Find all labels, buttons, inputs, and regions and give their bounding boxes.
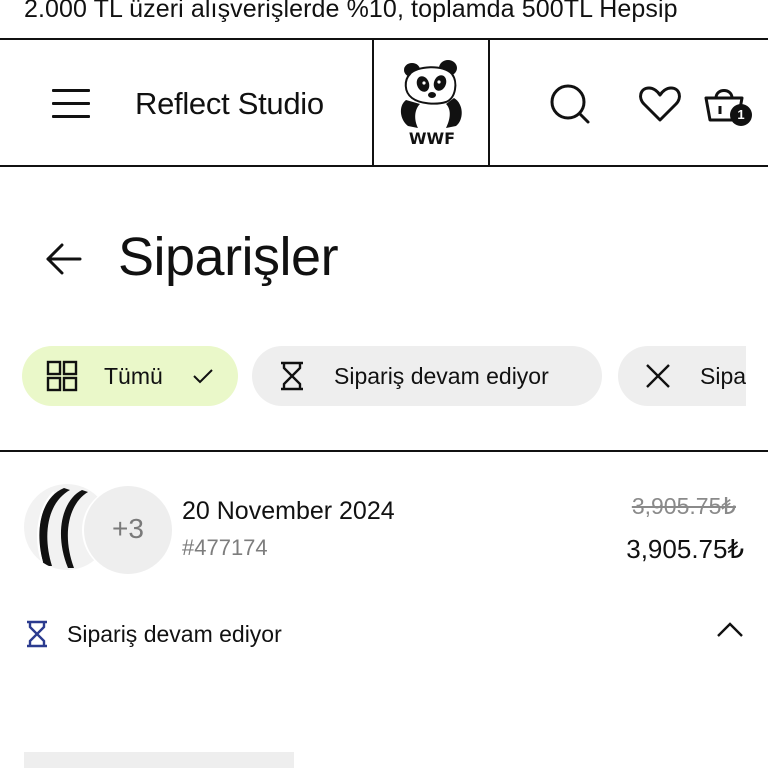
order-date: 20 November 2024 [182, 497, 395, 525]
page-title: Siparişler [118, 227, 339, 287]
promo-banner: 2.000 TL üzeri alışverişlerde %10, topla… [0, 0, 768, 38]
filter-chip-cancelled[interactable]: Sipa [618, 346, 746, 406]
hourglass-icon [281, 361, 303, 391]
svg-text:WWF: WWF [409, 129, 455, 148]
cart-count-badge: 1 [730, 104, 752, 126]
filter-chip-label: Tümü [104, 363, 163, 389]
original-price: 3,905.75₺ [631, 493, 736, 519]
order-total: 3,905.75₺ [626, 534, 744, 564]
filter-chip-all[interactable]: Tümü [22, 346, 238, 406]
back-button[interactable] [40, 237, 86, 281]
arrow-left-icon [46, 243, 82, 275]
filter-chips: Tümü Sipariş devam ediyor Sipa [0, 346, 746, 408]
promo-text: 2.000 TL üzeri alışverişlerde %10, topla… [24, 0, 678, 23]
order-details-panel [24, 752, 294, 768]
more-items-thumbnail: +3 [84, 486, 172, 574]
grid-icon [46, 360, 78, 392]
wwf-panda-logo-icon: WWF [400, 60, 462, 148]
hourglass-icon [27, 620, 47, 648]
order-status: Sipariş devam ediyor [67, 621, 282, 647]
collapse-order-button[interactable] [714, 616, 746, 644]
heart-icon [639, 86, 681, 122]
filter-chip-label: Sipa [700, 363, 746, 389]
hamburger-menu-button[interactable] [50, 86, 94, 122]
search-icon [550, 84, 590, 124]
order-number: #477174 [182, 535, 268, 560]
site-header: Reflect Studio WWF 1 [0, 38, 768, 167]
filter-chip-label: Sipariş devam ediyor [334, 363, 549, 389]
checkmark-icon [193, 369, 213, 384]
close-icon [646, 364, 670, 388]
wishlist-button[interactable] [636, 80, 684, 128]
wwf-logo[interactable]: WWF [372, 38, 490, 167]
brand-name[interactable]: Reflect Studio [135, 86, 324, 122]
search-button[interactable] [546, 80, 594, 128]
order-product-thumbnails[interactable]: +3 [24, 484, 172, 574]
chevron-up-icon [717, 622, 743, 637]
divider [0, 450, 768, 452]
filter-chip-in-progress[interactable]: Sipariş devam ediyor [252, 346, 602, 406]
cart-button[interactable]: 1 [702, 80, 752, 128]
more-items-count: +3 [112, 513, 144, 544]
